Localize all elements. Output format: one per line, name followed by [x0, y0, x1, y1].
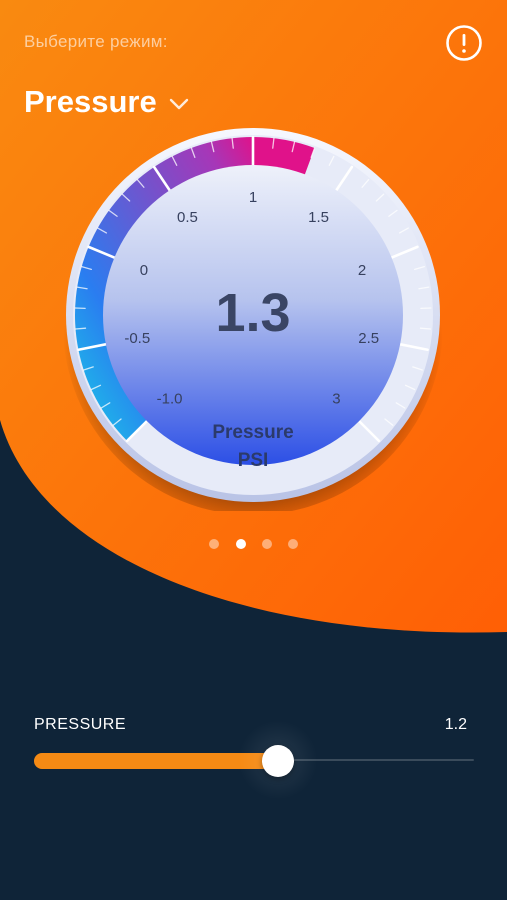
- slider-label: PRESSURE: [34, 716, 127, 733]
- page-dot-active[interactable]: [236, 539, 246, 549]
- gauge-scale-label: 1.5: [308, 209, 329, 226]
- gauge-unit: PSI: [238, 450, 269, 471]
- chevron-down-icon: [169, 98, 188, 110]
- slider-value: 1.2: [444, 716, 467, 733]
- pressure-slider[interactable]: [34, 720, 474, 800]
- mode-prompt: Выберите режим:: [24, 32, 168, 51]
- gauge-scale-label: -1.0: [157, 390, 183, 407]
- gauge-value: 1.3: [215, 283, 290, 343]
- gauge-scale-label: 3: [332, 390, 340, 407]
- gauge-label: Pressure: [212, 422, 293, 443]
- page-dot[interactable]: [209, 539, 219, 549]
- gauge-minor-tick: [74, 327, 87, 330]
- gauge-scale-label: 0: [140, 262, 148, 279]
- gauge-minor-tick: [419, 327, 432, 330]
- alert-circle-icon: [446, 25, 482, 61]
- gauge-scale-label: -0.5: [124, 330, 150, 347]
- gauge-scale-label: 1: [249, 189, 257, 206]
- page-indicator[interactable]: [209, 538, 299, 550]
- page-dot[interactable]: [288, 539, 298, 549]
- page-dot[interactable]: [262, 539, 272, 549]
- slider-thumb[interactable]: [262, 745, 294, 777]
- mode-label: Pressure: [24, 84, 157, 119]
- pressure-gauge: -1.0 -0.5 0 0.5 1 1.5 2 2.5 3 1.3 Pressure PSI: [63, 128, 443, 511]
- gauge-scale-label: 2: [358, 262, 366, 279]
- gauge-scale-label: 0.5: [177, 209, 198, 226]
- gauge-scale-label: 2.5: [358, 330, 379, 347]
- mode-dropdown[interactable]: Pressure: [24, 82, 189, 122]
- info-button[interactable]: [445, 24, 483, 62]
